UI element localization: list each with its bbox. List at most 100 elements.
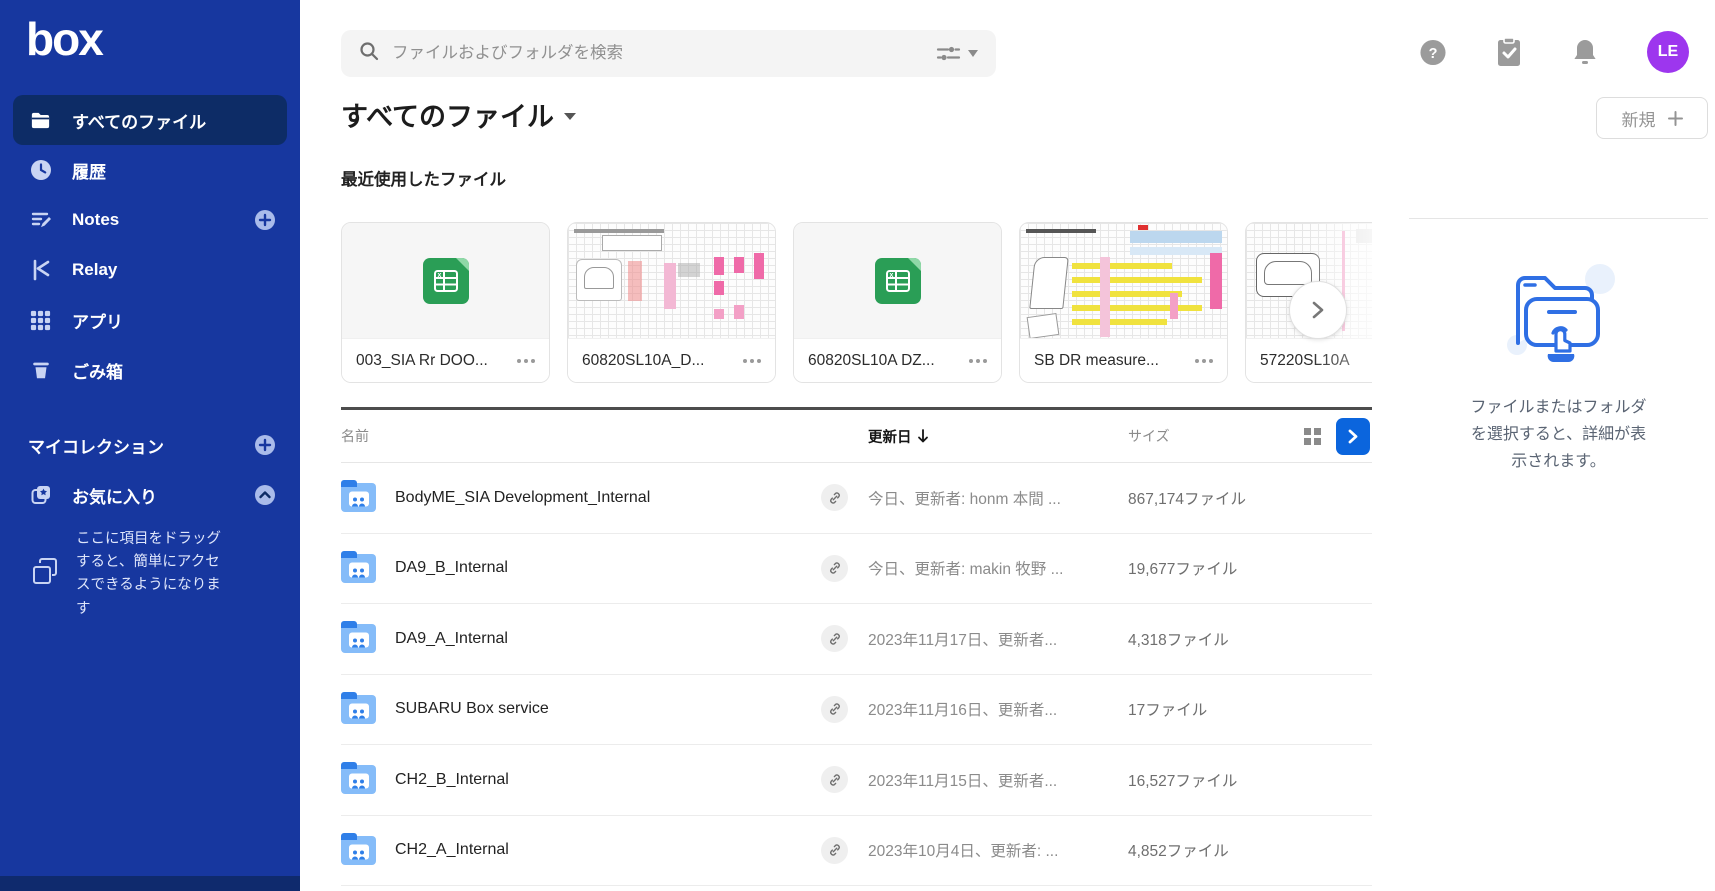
page-title: すべてのファイル: [341, 102, 555, 132]
more-options-icon[interactable]: [743, 358, 761, 363]
sidebar-item-history[interactable]: 履歴: [13, 145, 287, 195]
more-options-icon[interactable]: [517, 358, 535, 363]
search-input[interactable]: [392, 44, 923, 63]
sidebar-item-trash[interactable]: ごみ箱: [13, 345, 287, 395]
sidebar-item-label: 履歴: [72, 162, 106, 182]
main-area: ? LE すべてのファイル 新規 最近使用したファイル x: [300, 0, 1715, 891]
sidebar-item-notes[interactable]: Notes: [13, 195, 287, 245]
sidebar-item-label: アプリ: [72, 312, 123, 332]
shared-link-icon[interactable]: [821, 836, 848, 864]
file-name: 60820SL10A DZ...: [808, 351, 935, 369]
shared-folder-icon: [341, 480, 376, 513]
file-row[interactable]: DA9_A_Internal 2023年11月17日、更新者... 4,318フ…: [341, 604, 1372, 675]
shared-link-icon[interactable]: [821, 554, 848, 582]
file-row[interactable]: BodyME_SIA Development_Internal 今日、更新者: …: [341, 463, 1372, 534]
sidebar-item-label: Notes: [72, 210, 120, 229]
recent-file-card[interactable]: SB DR measure...: [1019, 222, 1228, 383]
search-icon: [359, 41, 379, 66]
size-info: 16,527ファイル: [1128, 772, 1238, 790]
file-thumbnail: [568, 223, 775, 338]
my-collections-header[interactable]: マイコレクション: [28, 425, 287, 465]
file-thumbnail: x: [342, 223, 549, 338]
svg-text:?: ?: [1429, 45, 1438, 61]
file-row[interactable]: SUBARU Box service 2023年11月16日、更新者... 17…: [341, 675, 1372, 745]
details-panel-empty-text: ファイルまたはフォルダを選択すると、詳細が表示されます。: [1470, 399, 1647, 470]
recent-file-card[interactable]: 60820SL10A_D...: [567, 222, 776, 383]
folder-name: CH2_A_Internal: [395, 841, 509, 859]
shared-folder-icon: [341, 832, 376, 865]
folder-name: SUBARU Box service: [395, 700, 549, 718]
notifications-bell-icon[interactable]: [1571, 38, 1599, 66]
add-collection-icon[interactable]: [253, 433, 277, 457]
shared-folder-icon: [341, 550, 376, 583]
size-info: 17ファイル: [1128, 702, 1208, 720]
sidebar-item-favorites[interactable]: お気に入り: [13, 470, 287, 520]
trash-icon: [28, 358, 53, 383]
avatar[interactable]: LE: [1647, 31, 1689, 73]
more-options-icon[interactable]: [1195, 358, 1213, 363]
file-row[interactable]: CH2_B_Internal 2023年11月15日、更新者... 16,527…: [341, 745, 1372, 816]
svg-text:x: x: [437, 271, 441, 278]
new-button[interactable]: 新規: [1596, 97, 1708, 139]
search-bar[interactable]: [341, 30, 996, 77]
excel-file-icon: x: [874, 257, 921, 304]
shared-link-icon[interactable]: [821, 625, 848, 653]
shared-link-icon[interactable]: [821, 695, 848, 723]
tasks-icon[interactable]: [1495, 37, 1523, 66]
clock-icon: [28, 158, 53, 183]
excel-file-icon: x: [422, 257, 469, 304]
favorites-drag-hint: ここに項目をドラッグすると、簡単にアクセスできるようになります: [30, 528, 228, 621]
sidebar-item-label: お気に入り: [72, 487, 157, 507]
search-filters-button[interactable]: [936, 45, 978, 62]
box-logo: box: [26, 13, 104, 65]
file-name: SB DR measure...: [1034, 351, 1159, 369]
more-options-icon[interactable]: [969, 358, 987, 363]
file-list: 名前 更新日 サイズ BodyME_SIA Development_Intern…: [341, 407, 1372, 886]
title-caret-icon[interactable]: [564, 113, 577, 120]
sidebar-item-apps[interactable]: アプリ: [13, 295, 287, 345]
notes-add-icon[interactable]: [253, 208, 277, 232]
folder-name: CH2_B_Internal: [395, 770, 509, 788]
folder-name: DA9_A_Internal: [395, 629, 508, 647]
recent-files-header: 最近使用したファイル: [341, 171, 506, 189]
favorites-icon: [28, 483, 53, 508]
sidebar-item-all-files[interactable]: すべてのファイル: [13, 95, 287, 145]
column-header-name: 名前: [341, 428, 369, 444]
file-row[interactable]: DA9_B_Internal 今日、更新者: makin 牧野 ... 19,6…: [341, 534, 1372, 604]
sidebar-item-relay[interactable]: Relay: [13, 245, 287, 295]
folder-name: DA9_B_Internal: [395, 559, 508, 577]
file-name: 003_SIA Rr DOO...: [356, 351, 488, 369]
modified-info: 今日、更新者: makin 牧野 ...: [868, 561, 1064, 579]
carousel-next-button[interactable]: [1289, 281, 1347, 339]
sidebar: box すべてのファイル 履歴 Notes Relay アプリ ごみ箱 マイコレ…: [0, 0, 300, 891]
help-icon[interactable]: ?: [1419, 38, 1447, 66]
column-header-size: サイズ: [1128, 428, 1170, 444]
folder-name: BodyME_SIA Development_Internal: [395, 488, 651, 506]
file-thumbnail: x: [794, 223, 1001, 338]
shared-link-icon[interactable]: [821, 766, 848, 794]
size-info: 19,677ファイル: [1128, 561, 1238, 579]
column-header-modified[interactable]: 更新日: [868, 426, 1128, 447]
drag-hint-text: ここに項目をドラッグすると、簡単にアクセスできるようになります: [76, 531, 221, 617]
modified-info: 2023年11月16日、更新者...: [868, 702, 1058, 720]
modified-info: 2023年10月4日、更新者: ...: [868, 843, 1059, 861]
open-details-panel-button[interactable]: [1336, 417, 1370, 455]
select-file-illustration: [1494, 255, 1624, 367]
sidebar-nav: すべてのファイル 履歴 Notes Relay アプリ ごみ箱: [13, 95, 287, 395]
shared-folder-icon: [341, 691, 376, 724]
new-button-label: 新規: [1621, 110, 1656, 130]
shared-link-icon[interactable]: [821, 484, 848, 512]
plus-icon: [1667, 110, 1683, 126]
details-panel: ファイルまたはフォルダを選択すると、詳細が表示されます。: [1409, 218, 1708, 476]
size-info: 867,174ファイル: [1128, 490, 1247, 508]
grid-view-icon[interactable]: [1304, 427, 1321, 445]
collapse-favorites-icon[interactable]: [253, 483, 277, 507]
sidebar-item-label: Relay: [72, 260, 118, 279]
file-thumbnail: [1020, 223, 1227, 338]
shared-folder-icon: [341, 762, 376, 795]
file-row[interactable]: CH2_A_Internal 2023年10月4日、更新者: ... 4,852…: [341, 816, 1372, 886]
apps-grid-icon: [28, 308, 53, 333]
recent-file-card[interactable]: x 60820SL10A DZ...: [793, 222, 1002, 383]
modified-info: 今日、更新者: honm 本間 ...: [868, 490, 1061, 508]
recent-file-card[interactable]: x 003_SIA Rr DOO...: [341, 222, 550, 383]
